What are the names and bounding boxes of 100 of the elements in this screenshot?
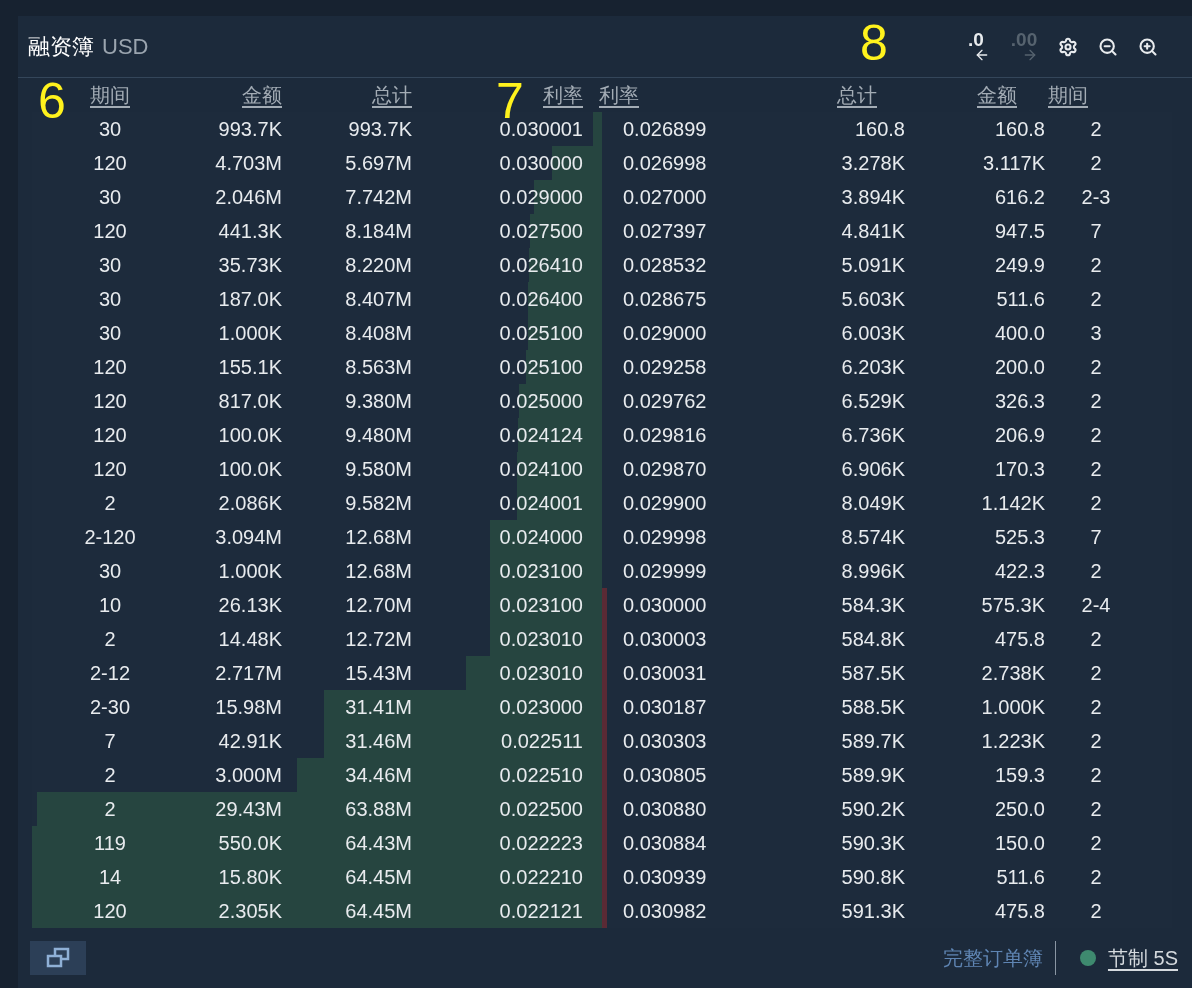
rate-cell-text: 0.029258 xyxy=(623,355,708,380)
amount-cell-text: 1.000K xyxy=(217,559,282,584)
rate-cell-text: 0.023100 xyxy=(498,559,583,584)
amount-cell-text: 2.086K xyxy=(217,491,282,516)
period-cell-text: 2 xyxy=(1089,389,1103,414)
column-header[interactable]: 利率 xyxy=(599,80,639,110)
total-cell-text: 12.68M xyxy=(344,559,412,584)
amount-cell-text: 2.046M xyxy=(214,185,282,210)
rate-cell-text: 0.027000 xyxy=(623,185,708,210)
total-cell-text: 15.43M xyxy=(344,661,412,686)
total-cell-text: 8.049K xyxy=(840,491,905,516)
zoom-in-icon xyxy=(1138,36,1158,57)
period-cell-text: 30 xyxy=(97,321,123,346)
total-cell-text: 9.480M xyxy=(344,423,412,448)
total-cell-text: 8.220M xyxy=(344,253,412,278)
total-cell-text: 6.736K xyxy=(840,423,905,448)
amount-cell-text: 250.0 xyxy=(993,797,1045,822)
total-cell-text: 64.43M xyxy=(344,831,412,856)
amount-cell-text: 441.3K xyxy=(217,219,282,244)
popout-button[interactable] xyxy=(30,941,86,975)
amount-cell-text: 155.1K xyxy=(217,355,282,380)
column-header[interactable]: 期间 xyxy=(1048,80,1088,110)
rate-cell-text: 0.023010 xyxy=(498,661,583,686)
total-cell-text: 588.5K xyxy=(840,695,905,720)
rate-cell-text: 0.024124 xyxy=(498,423,583,448)
amount-cell-text: 1.000K xyxy=(980,695,1045,720)
period-cell-text: 2-120 xyxy=(83,525,137,550)
amount-cell-text: 100.0K xyxy=(217,457,282,482)
column-header[interactable]: 期间 xyxy=(90,80,130,110)
period-cell-text: 119 xyxy=(93,831,127,856)
precision-button[interactable]: .0 xyxy=(958,30,994,63)
rate-cell-text: 0.030000 xyxy=(498,151,583,176)
total-cell-text: 590.2K xyxy=(840,797,905,822)
period-cell-text: 2 xyxy=(1089,151,1103,176)
period-cell-text: 2 xyxy=(1089,559,1103,584)
rate-cell-text: 0.030884 xyxy=(623,831,708,856)
annotation-number: 6 xyxy=(38,76,66,126)
amount-cell-text: 29.43M xyxy=(214,797,282,822)
period-cell-text: 30 xyxy=(97,185,123,210)
period-cell-text: 120 xyxy=(92,219,128,244)
total-cell-text: 6.203K xyxy=(840,355,905,380)
amount-cell-text: 249.9 xyxy=(993,253,1045,278)
column-header[interactable]: 利率 xyxy=(543,80,583,110)
period-cell-text: 120 xyxy=(92,899,128,924)
rate-cell-text: 0.024001 xyxy=(498,491,583,516)
total-cell-text: 9.580M xyxy=(344,457,412,482)
amount-cell-text: 326.3 xyxy=(993,389,1045,414)
amount-cell-text: 1.223K xyxy=(980,729,1045,754)
total-cell-text: 64.45M xyxy=(344,865,412,890)
amount-cell-text: 160.8 xyxy=(993,117,1045,142)
total-cell-text: 63.88M xyxy=(344,797,412,822)
rate-cell-text: 0.030000 xyxy=(623,593,708,618)
zoom-out-icon xyxy=(1098,36,1118,57)
total-cell-text: 591.3K xyxy=(840,899,905,924)
period-cell-text: 2-4 xyxy=(1080,593,1112,618)
total-cell-text: 31.41M xyxy=(344,695,412,720)
total-cell-text: 12.72M xyxy=(344,627,412,652)
period-cell-text: 10 xyxy=(97,593,123,618)
period-cell-text: 30 xyxy=(97,559,123,584)
amount-cell-text: 817.0K xyxy=(217,389,282,414)
total-cell-text: 7.742M xyxy=(344,185,412,210)
period-cell-text: 2 xyxy=(1089,797,1103,822)
rate-cell-text: 0.029762 xyxy=(623,389,708,414)
rate-cell-text: 0.030982 xyxy=(623,899,708,924)
column-header[interactable]: 金额 xyxy=(242,80,282,110)
period-cell-text: 2 xyxy=(103,491,117,516)
rate-cell-text: 0.027397 xyxy=(623,219,708,244)
rate-cell-text: 0.025100 xyxy=(498,355,583,380)
annotation-number: 8 xyxy=(860,18,888,68)
period-cell-text: 2 xyxy=(1089,831,1103,856)
amount-cell-text: 35.73K xyxy=(217,253,282,278)
column-header[interactable]: 总计 xyxy=(372,80,412,110)
rate-cell-text: 0.029000 xyxy=(498,185,583,210)
amount-cell-text: 206.9 xyxy=(993,423,1045,448)
period-cell-text: 2 xyxy=(1089,763,1103,788)
column-header[interactable]: 金额 xyxy=(977,80,1017,110)
amount-cell-text: 187.0K xyxy=(217,287,282,312)
period-cell-text: 2 xyxy=(1089,287,1103,312)
throttle-link[interactable]: 节制 5S xyxy=(1107,943,1178,973)
total-cell-text: 64.45M xyxy=(344,899,412,924)
rate-cell-text: 0.028675 xyxy=(623,287,708,312)
amount-cell-text: 525.3 xyxy=(993,525,1045,550)
total-cell-text: 9.380M xyxy=(344,389,412,414)
column-header[interactable]: 总计 xyxy=(837,80,877,110)
arrow-right-icon xyxy=(1022,47,1038,63)
period-cell-text: 30 xyxy=(97,117,123,142)
total-cell-text: 31.46M xyxy=(344,729,412,754)
rate-cell-text: 0.030031 xyxy=(623,661,708,686)
full-book-link[interactable]: 完整订单簿 xyxy=(942,943,1043,973)
amount-cell-text: 400.0 xyxy=(993,321,1045,346)
period-cell-text: 2 xyxy=(1089,117,1103,142)
period-cell-text: 120 xyxy=(92,151,128,176)
windows-icon xyxy=(45,947,71,969)
amount-cell-text: 422.3 xyxy=(993,559,1045,584)
amount-cell-text: 947.5 xyxy=(993,219,1045,244)
rate-cell-text: 0.025000 xyxy=(498,389,583,414)
rate-cell-text: 0.022223 xyxy=(498,831,583,856)
period-cell-text: 2 xyxy=(1089,695,1103,720)
total-cell-text: 589.9K xyxy=(840,763,905,788)
period-cell-text: 7 xyxy=(1089,525,1103,550)
